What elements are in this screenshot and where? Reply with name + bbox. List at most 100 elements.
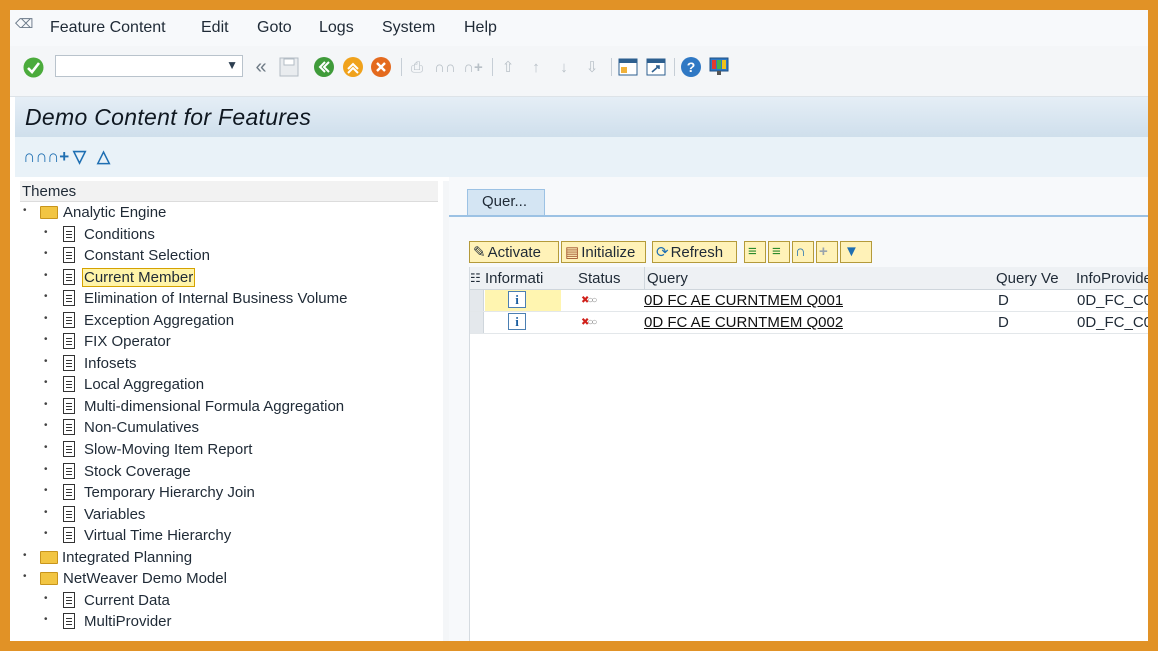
tree-node-multiprovider[interactable]: • MultiProvider (15, 611, 443, 632)
menu-feature-content[interactable]: Feature Content (50, 19, 166, 37)
tree-node-label: Current Data (84, 592, 170, 609)
find-next-icon[interactable]: ∩+ (462, 56, 484, 78)
history-dropdown-icon[interactable]: ▼ (226, 58, 238, 72)
find-icon[interactable]: ∩ (792, 241, 814, 263)
tree-node-label: Stock Coverage (84, 463, 191, 480)
tree-node-virtual-time-hierarchy[interactable]: • Virtual Time Hierarchy (15, 525, 443, 546)
table-row[interactable]: i ✖○○ 0D FC AE CURNTMEM Q002 D 0D_FC_C01 (470, 312, 1148, 334)
document-icon (63, 290, 75, 306)
tree-node-label: Elimination of Internal Business Volume (84, 290, 348, 307)
menu-goto[interactable]: Goto (257, 19, 292, 37)
tree-node-current-data[interactable]: • Current Data (15, 590, 443, 611)
find-next-icon[interactable]: ∩+ (47, 147, 69, 167)
expand-all-icon[interactable]: ▽ (73, 147, 86, 167)
folder-icon (40, 572, 58, 585)
tree-node-non-cumulatives[interactable]: • Non-Cumulatives (15, 417, 443, 438)
filter-icon[interactable]: ▼ (840, 241, 872, 263)
refresh-button[interactable]: ⟳ Refresh (652, 241, 737, 263)
find-next-icon[interactable]: + (816, 241, 838, 263)
tree-node-exception-aggregation[interactable]: • Exception Aggregation (15, 310, 443, 331)
tree-node-stock-coverage[interactable]: • Stock Coverage (15, 461, 443, 482)
menu-system[interactable]: System (382, 19, 435, 37)
query-link[interactable]: 0D FC AE CURNTMEM Q002 (644, 314, 843, 331)
save-icon[interactable] (278, 56, 300, 78)
tree-node-integrated-planning[interactable]: • Integrated Planning (15, 547, 443, 568)
tree-node-conditions[interactable]: • Conditions (15, 224, 443, 245)
info-icon[interactable]: i (508, 313, 526, 330)
command-field[interactable]: ▼ (55, 55, 243, 77)
print-icon[interactable]: ⎙ (406, 56, 428, 78)
tree-node-label: Local Aggregation (84, 376, 205, 393)
menu-help[interactable]: Help (464, 19, 497, 37)
toolbar-separator (401, 58, 402, 76)
column-header-infoprovider[interactable]: InfoProvide (1076, 270, 1148, 287)
double-left-arrow-icon[interactable]: « (250, 56, 272, 78)
expand-toggle-icon[interactable]: • (23, 550, 27, 561)
sort-descending-icon[interactable]: ≡ (768, 241, 790, 263)
tree-node-analytic-engine[interactable]: • Analytic Engine (15, 202, 443, 223)
document-icon (63, 226, 75, 242)
layout-icon[interactable] (708, 56, 730, 78)
find-icon[interactable]: ∩∩ (23, 147, 48, 167)
tree-node-infosets[interactable]: • Infosets (15, 353, 443, 374)
document-icon (63, 398, 75, 414)
column-settings-icon[interactable]: ☷ (470, 271, 484, 285)
tree-node-elimination[interactable]: • Elimination of Internal Business Volum… (15, 288, 443, 309)
enter-check-icon[interactable] (22, 56, 44, 78)
query-panel: Quer... ✎ Activate ▤ Initialize ⟳ Refresh ≡… (449, 177, 1148, 641)
last-page-icon[interactable]: ⇩ (581, 56, 603, 78)
document-icon (63, 419, 75, 435)
column-header-information[interactable]: Informati (485, 270, 561, 287)
grid-header: ☷ Informati Status Query Query Ve InfoPr… (470, 267, 1148, 290)
table-row[interactable]: i ✖○○ 0D FC AE CURNTMEM Q001 D 0D_FC_C01 (470, 290, 1148, 312)
sort-ascending-icon[interactable]: ≡ (744, 241, 766, 263)
query-grid: ☷ Informati Status Query Query Ve InfoPr… (469, 267, 1148, 641)
document-icon (63, 333, 75, 349)
tree-node-local-aggregation[interactable]: • Local Aggregation (15, 374, 443, 395)
back-icon[interactable] (313, 56, 335, 78)
tab-queries[interactable]: Quer... (467, 189, 545, 215)
document-icon (63, 312, 75, 328)
tree-node-label: FIX Operator (84, 333, 171, 350)
shortcut-icon[interactable] (645, 56, 667, 78)
exit-icon[interactable] (342, 56, 364, 78)
tab-strip: Quer... (449, 177, 1148, 217)
collapse-all-icon[interactable]: △ (97, 147, 110, 167)
status-inactive-icon: ✖○○ (581, 295, 598, 306)
tree-node-label: Virtual Time Hierarchy (84, 527, 232, 544)
tree-node-fix-operator[interactable]: • FIX Operator (15, 331, 443, 352)
column-header-query-version[interactable]: Query Ve (996, 270, 1072, 287)
expand-toggle-icon[interactable]: • (23, 571, 27, 582)
first-page-icon[interactable]: ⇧ (497, 56, 519, 78)
row-selector[interactable] (470, 312, 484, 333)
menu-logs[interactable]: Logs (319, 19, 354, 37)
tree-node-label: Constant Selection (84, 247, 210, 264)
help-icon[interactable]: ? (680, 56, 702, 78)
column-header-status[interactable]: Status (578, 270, 640, 287)
info-icon[interactable]: i (508, 291, 526, 308)
expand-toggle-icon[interactable]: • (23, 205, 27, 216)
sap-menu-icon[interactable]: ⌫ (15, 16, 33, 32)
folder-icon (40, 206, 58, 219)
tree-node-label: Exception Aggregation (84, 312, 235, 329)
query-link[interactable]: 0D FC AE CURNTMEM Q001 (644, 292, 843, 309)
tree-node-constant-selection[interactable]: • Constant Selection (15, 245, 443, 266)
activate-button[interactable]: ✎ Activate (469, 241, 559, 263)
tree-node-slow-moving[interactable]: • Slow-Moving Item Report (15, 439, 443, 460)
tree-node-label: Analytic Engine (63, 204, 167, 221)
tree-node-netweaver-demo-model[interactable]: • NetWeaver Demo Model (15, 568, 443, 589)
document-icon (63, 506, 75, 522)
new-session-icon[interactable] (617, 56, 639, 78)
cancel-icon[interactable] (370, 56, 392, 78)
next-page-icon[interactable]: ↓ (553, 56, 575, 78)
column-header-query[interactable]: Query (644, 267, 997, 289)
menu-edit[interactable]: Edit (201, 19, 229, 37)
row-selector[interactable] (470, 290, 484, 311)
initialize-button[interactable]: ▤ Initialize (561, 241, 646, 263)
tree-node-current-member[interactable]: • Current Member (15, 267, 443, 288)
find-icon[interactable]: ∩∩ (434, 56, 456, 78)
tree-node-temporary-hierarchy-join[interactable]: • Temporary Hierarchy Join (15, 482, 443, 503)
tree-node-variables[interactable]: • Variables (15, 504, 443, 525)
previous-page-icon[interactable]: ↑ (525, 56, 547, 78)
tree-node-multi-dimensional[interactable]: • Multi-dimensional Formula Aggregation (15, 396, 443, 417)
